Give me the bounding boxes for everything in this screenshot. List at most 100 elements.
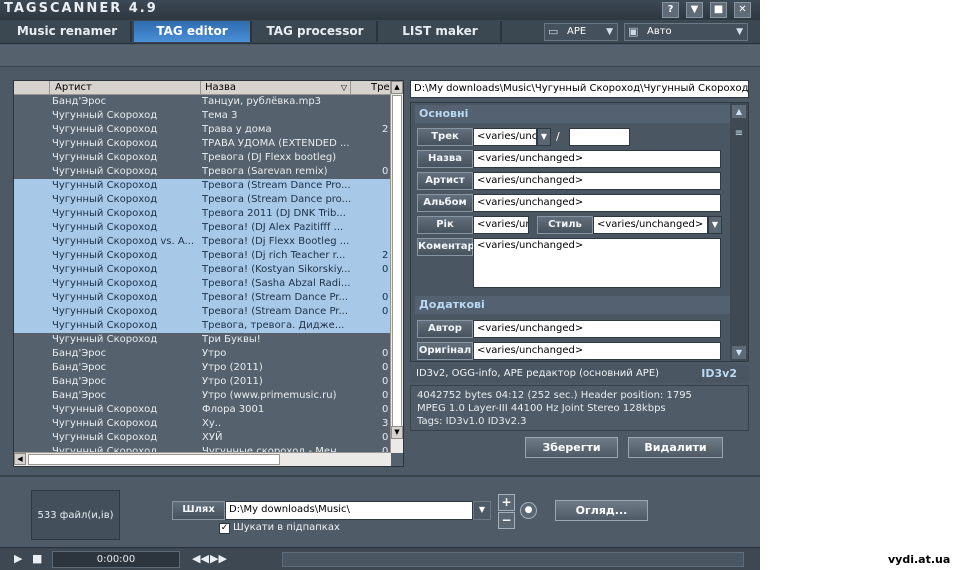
table-row[interactable]: Банд'Эрос Утро 0	[14, 347, 391, 361]
record-icon[interactable]: ●	[520, 502, 537, 519]
hscroll-thumb[interactable]	[28, 454, 280, 465]
table-row[interactable]: Чугунный Скороход Тревога! (Stream Dance …	[14, 305, 391, 319]
column-header-blank[interactable]	[14, 81, 50, 95]
delete-button[interactable]: Видалити	[628, 437, 723, 458]
tab-list-maker[interactable]: LIST maker	[380, 21, 502, 42]
app-window: TAGSCANNER 4.9 ? ▼ ■ ✕ Music renamer TAG…	[0, 0, 760, 570]
tab-tag-processor[interactable]: TAG processor	[254, 21, 378, 42]
table-row[interactable]: Чугунный Скороход Тревога! (DJ Alex Pazit…	[14, 221, 391, 235]
table-row[interactable]: Чугунный Скороход Трава у дома 2	[14, 123, 391, 137]
table-row[interactable]: Чугунный Скороход Тема 3	[14, 109, 391, 123]
remove-path-icon[interactable]: −	[498, 512, 515, 529]
row-artist: Банд'Эрос	[52, 362, 107, 373]
table-row[interactable]: Чугунный Скороход Тревога! (Stream Dance …	[14, 291, 391, 305]
add-path-icon[interactable]: +	[498, 494, 515, 511]
file-info-line: Tags: ID3v1.0 ID3v2.3	[417, 416, 527, 427]
artist-input[interactable]: <varies/unchanged>	[473, 172, 721, 190]
close-button[interactable]: ✕	[734, 2, 751, 18]
tab-music-renamer[interactable]: Music renamer	[4, 21, 132, 42]
author-input[interactable]: <varies/unchanged>	[473, 320, 721, 338]
fast-forward-icon[interactable]: ▶▶	[210, 553, 227, 565]
table-row[interactable]: Чугунный Скороход Тревога 2011 (DJ DNK Tr…	[14, 207, 391, 221]
table-row[interactable]: Чугунный Скороход ТРАВА УДОМА (EXTENDED .…	[14, 137, 391, 151]
maximize-button[interactable]: ■	[710, 2, 727, 18]
scroll-up-icon[interactable]: ▲	[391, 81, 403, 94]
table-row[interactable]: Чугунный Скороход Тревога! (Dj rich Teach…	[14, 249, 391, 263]
column-header-track[interactable]: Тре	[351, 81, 391, 95]
row-title: Утро (2011)	[202, 362, 263, 373]
table-row[interactable]: Чугунный Скороход ХУЙ 0	[14, 431, 391, 445]
track-total-input[interactable]	[569, 128, 630, 146]
column-header-title[interactable]: Назва ▽	[201, 81, 351, 95]
table-row[interactable]: Чугунный Скороход Тревога, тревога. Дидже…	[14, 319, 391, 333]
subfolders-checkbox[interactable]: ✓	[219, 523, 230, 534]
format-select[interactable]: ▭ APE ▼	[544, 23, 618, 41]
row-artist: Банд'Эрос	[52, 96, 107, 107]
stop-icon[interactable]: ■	[32, 553, 42, 565]
scroll-down-icon[interactable]: ▼	[732, 346, 746, 359]
track-dropdown-icon[interactable]: ▼	[537, 128, 551, 146]
column-header-title-label: Назва	[205, 82, 236, 93]
table-row[interactable]: Банд'Эрос Танцуи, рублёвка.mp3	[14, 95, 391, 109]
album-input[interactable]: <varies/unchanged>	[473, 194, 721, 212]
play-icon[interactable]: ▶	[14, 553, 22, 565]
mode-select-value: Авто	[647, 26, 672, 37]
table-row[interactable]: Чугунный Скороход Флора 3001 0	[14, 403, 391, 417]
year-input[interactable]: <varies/unchanged>	[473, 216, 529, 234]
genre-input[interactable]: <varies/unchanged>	[593, 216, 708, 234]
scroll-left-icon[interactable]: ◀	[14, 453, 26, 465]
path-input[interactable]: D:\My downloads\Music\	[225, 501, 473, 520]
column-header-artist[interactable]: Артист	[51, 81, 201, 95]
help-button[interactable]: ?	[662, 2, 679, 18]
tab-tag-editor[interactable]: TAG editor	[134, 21, 252, 42]
track-separator: /	[556, 130, 560, 143]
browse-button[interactable]: Огляд...	[555, 500, 648, 521]
table-row[interactable]: Чугунный Скороход Ху.. 3	[14, 417, 391, 431]
mode-select[interactable]: ▣ Авто ▼	[624, 23, 748, 41]
row-title: Тревога! (Sasha Abzal Radi...	[202, 278, 351, 289]
scroll-thumb[interactable]	[392, 95, 402, 433]
table-row[interactable]: Чугунный Скороход Тревога (Sarevan remix)…	[14, 165, 391, 179]
scroll-grip-icon[interactable]: ≡	[732, 129, 746, 141]
table-row[interactable]: Чугунный Скороход Тревога! (Kostyan Sikor…	[14, 263, 391, 277]
genre-dropdown-icon[interactable]: ▼	[708, 216, 722, 234]
title-input[interactable]: <varies/unchanged>	[473, 150, 721, 168]
table-row[interactable]: Чугунный Скороход vs. A... Тревога! (Dj F…	[14, 235, 391, 249]
row-title: Тема 3	[202, 110, 238, 121]
row-artist: Чугунный Скороход	[52, 110, 158, 121]
table-row[interactable]: Банд'Эрос Утро (2011) 0	[14, 361, 391, 375]
minimize-button[interactable]: ▼	[686, 2, 703, 18]
file-list[interactable]: Артист Назва ▽ Тре Банд'Эрос Танцуи, рублё…	[13, 80, 404, 467]
playback-progress[interactable]	[282, 552, 744, 567]
table-row[interactable]: Чугунный Скороход Тревога (Stream Dance P…	[14, 179, 391, 193]
tab-bar: Music renamer TAG editor TAG processor L…	[0, 20, 760, 44]
row-artist: Чугунный Скороход	[52, 152, 158, 163]
list-horizontal-scrollbar[interactable]: ◀	[14, 452, 391, 466]
list-vertical-scrollbar[interactable]: ▲ ▼	[390, 81, 403, 453]
row-artist: Чугунный Скороход	[52, 334, 158, 345]
track-input[interactable]: <varies/unchanged>	[473, 128, 537, 146]
table-row[interactable]: Банд'Эрос Утро (www.primemusic.ru) 0	[14, 389, 391, 403]
table-row[interactable]: Чугунный Скороход Тревога (Stream Dance p…	[14, 193, 391, 207]
selected-path-field[interactable]: D:\My downloads\Music\Чугунный Скороход\…	[410, 80, 749, 98]
file-info-box: 4042752 bytes 04:12 (252 sec.) Header po…	[410, 385, 749, 431]
scroll-down-icon[interactable]: ▼	[391, 426, 403, 439]
path-dropdown-icon[interactable]: ▼	[473, 501, 491, 520]
table-row[interactable]: Чугунный Скороход Тревога (DJ Flexx bootl…	[14, 151, 391, 165]
table-row[interactable]: Чугунный Скороход Три Буквы!	[14, 333, 391, 347]
rewind-icon[interactable]: ◀◀	[192, 553, 209, 565]
player-bar: ▶ ■ 0:00:00 ◀◀ ▶▶	[0, 547, 760, 570]
comment-textarea[interactable]: <varies/unchanged>	[473, 238, 721, 288]
table-row[interactable]: Банд'Эрос Утро (2011) 0	[14, 375, 391, 389]
tag-type-badge[interactable]: ID3v2	[701, 364, 737, 383]
table-row[interactable]: Чугунный Скороход Тревога! (Sasha Abzal R…	[14, 277, 391, 291]
sort-arrow-icon: ▽	[340, 83, 347, 92]
tag-panel-scrollbar[interactable]: ▲ ≡ ▼	[730, 103, 748, 361]
original-input[interactable]: <varies/unchanged>	[473, 342, 721, 360]
title-bar: TAGSCANNER 4.9 ? ▼ ■ ✕	[0, 0, 760, 20]
scroll-up-icon[interactable]: ▲	[732, 105, 746, 118]
row-title: Три Буквы!	[202, 334, 261, 345]
row-artist: Чугунный Скороход	[52, 180, 158, 191]
save-button[interactable]: Зберегти	[525, 437, 618, 458]
subfolders-label: Шукати в підпапках	[233, 522, 340, 533]
